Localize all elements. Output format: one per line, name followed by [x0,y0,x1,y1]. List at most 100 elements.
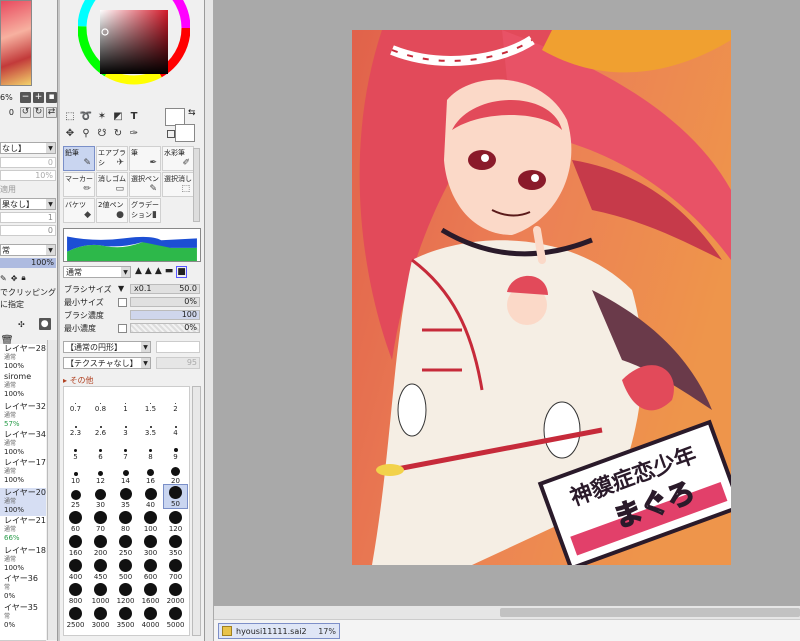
grey-field-1[interactable]: 0 [0,157,56,168]
clipping-label-2[interactable]: に指定 [0,298,24,310]
tip-shape-2[interactable]: ▲ [145,266,152,278]
min-size-slider[interactable]: 0% [130,297,200,307]
brush-size-preset[interactable]: 8 [138,436,163,461]
zoom-tool-icon[interactable]: ⚲ [80,127,92,139]
brush-size-caret[interactable]: ▼ [118,284,124,293]
layer-mask-icon[interactable]: ● [38,318,51,330]
scrollbar-thumb[interactable] [500,608,800,617]
brush-size-preset[interactable]: 500 [113,556,138,581]
tip-shape-1[interactable]: ▲ [135,266,142,278]
brush-size-preset[interactable]: 5 [63,436,88,461]
brush-size-preset[interactable]: 60 [63,508,88,533]
brush-size-preset[interactable]: 160 [63,532,88,557]
brush-size-preset[interactable]: 300 [138,532,163,557]
brush-size-preset[interactable]: 40 [138,484,163,509]
brush-size-preset[interactable]: 12 [88,460,113,485]
document-tab[interactable]: hyousi11111.sai2 17% [218,623,340,639]
zoom-value[interactable]: 6% [0,93,20,102]
other-section-header[interactable]: ▸ その他 [63,375,94,386]
lasso-icon[interactable]: ➰ [80,110,92,122]
brush-palette-scrollbar[interactable] [193,148,200,222]
brush-size-preset[interactable]: 1200 [113,580,138,605]
brush-preset[interactable]: グラデーション ▮ [129,198,161,223]
brush-size-preset[interactable]: 30 [88,484,113,509]
zoom-reset-button[interactable]: ▪ [46,91,57,103]
zoom-out-button[interactable]: − [20,91,31,103]
magic-wand-icon[interactable]: ✶ [96,110,108,122]
clipping-label[interactable]: でクリッピング [0,286,56,298]
presets-scrollbar[interactable] [192,386,201,636]
brush-size-preset[interactable]: 3000 [88,604,113,629]
brush-size-preset[interactable]: 50 [163,484,188,509]
brush-size-preset[interactable]: 250 [113,532,138,557]
brush-size-preset[interactable]: 4000 [138,604,163,629]
pen-lock-icon[interactable]: ✎ [0,274,7,283]
brush-size-preset[interactable]: 1600 [138,580,163,605]
grey-field-2[interactable]: 10% [0,170,56,181]
brush-size-preset[interactable]: 4 [163,412,188,437]
brush-size-preset[interactable]: 3500 [113,604,138,629]
brush-preset[interactable]: 消しゴム ▭ [96,172,128,197]
angle-value[interactable]: 0 [0,108,14,117]
canvas-area[interactable]: 神貘症恋少年 まぐろ [214,0,800,605]
lock-icon[interactable]: 🔒︎ [21,273,25,283]
text-tool-icon[interactable]: T [128,110,140,122]
reset-colors-icon[interactable] [167,130,175,138]
brush-size-preset[interactable]: 1.5 [138,388,163,413]
blend-select-2[interactable]: 果なし】 ▼ [0,198,56,210]
brush-preset[interactable]: 筆 ✒ [129,146,161,171]
min-density-checkbox[interactable] [118,324,127,333]
brush-size-preset[interactable]: 600 [138,556,163,581]
brush-size-preset[interactable]: 450 [88,556,113,581]
brush-preset[interactable]: 2値ペン ● [96,198,128,223]
brush-size-preset[interactable]: 5000 [163,604,188,629]
brush-size-preset[interactable]: 2000 [163,580,188,605]
brush-size-preset[interactable]: 800 [63,580,88,605]
brush-size-preset[interactable]: 3 [113,412,138,437]
secondary-color-swatch[interactable] [175,124,195,142]
brush-size-preset[interactable]: 1 [113,388,138,413]
brush-preset[interactable]: 水彩筆 ✐ [162,146,194,171]
brush-preset[interactable]: エアブラシ ✈ [96,146,128,171]
brush-size-preset[interactable]: 200 [88,532,113,557]
move-icon[interactable]: ✥ [64,127,76,139]
navigator-thumbnail[interactable] [0,0,32,86]
rotate-tool-icon[interactable]: ↻ [112,127,124,139]
shape-icon[interactable]: ◩ [112,110,124,122]
brush-preset[interactable]: マーカー ✏ [63,172,95,197]
layer-scrollbar[interactable] [47,340,57,640]
brush-pressure-curve[interactable] [63,228,201,262]
texture-select[interactable]: 【テクスチャなし】 ▼ [63,357,151,369]
num-field-2[interactable]: 0 [0,225,56,236]
min-density-slider[interactable]: 0% [130,323,200,333]
brush-density-slider[interactable]: 100 [130,310,200,320]
layer-mode-select[interactable]: 常 ▼ [0,244,56,256]
brush-shape-value[interactable] [156,341,200,353]
brush-preset[interactable]: 選択消し ⬚ [162,172,194,197]
brush-size-preset[interactable]: 9 [163,436,188,461]
brush-size-preset[interactable]: 0.8 [88,388,113,413]
brush-shape-select[interactable]: 【通常の円形】 ▼ [63,341,151,353]
tip-shape-4[interactable]: ▬ [165,266,174,278]
brush-preset[interactable]: 鉛筆 ✎ [63,146,95,171]
brush-size-slider[interactable]: x0.1 50.0 [130,284,200,294]
brush-preset[interactable]: 選択ペン ✎ [129,172,161,197]
brush-size-preset[interactable]: 16 [138,460,163,485]
min-size-checkbox[interactable] [118,298,127,307]
artwork-canvas[interactable]: 神貘症恋少年 まぐろ [352,30,731,565]
brush-size-preset[interactable]: 35 [113,484,138,509]
blend-mode-select[interactable]: 通常 ▼ [63,266,131,278]
layer-item[interactable]: イヤー35 常 0% [0,603,46,641]
brush-size-preset[interactable]: 25 [63,484,88,509]
brush-size-preset[interactable]: 6 [88,436,113,461]
brush-size-preset[interactable]: 7 [113,436,138,461]
layer-opacity-bar[interactable]: 100% [0,258,56,268]
brush-size-preset[interactable]: 1000 [88,580,113,605]
brush-size-preset[interactable]: 0.7 [63,388,88,413]
brush-size-preset[interactable]: 20 [163,460,188,485]
eyedropper-icon[interactable]: ✑ [128,127,140,139]
brush-size-preset[interactable]: 100 [138,508,163,533]
brush-size-preset[interactable]: 14 [113,460,138,485]
brush-size-preset[interactable]: 120 [163,508,188,533]
brush-size-preset[interactable]: 80 [113,508,138,533]
